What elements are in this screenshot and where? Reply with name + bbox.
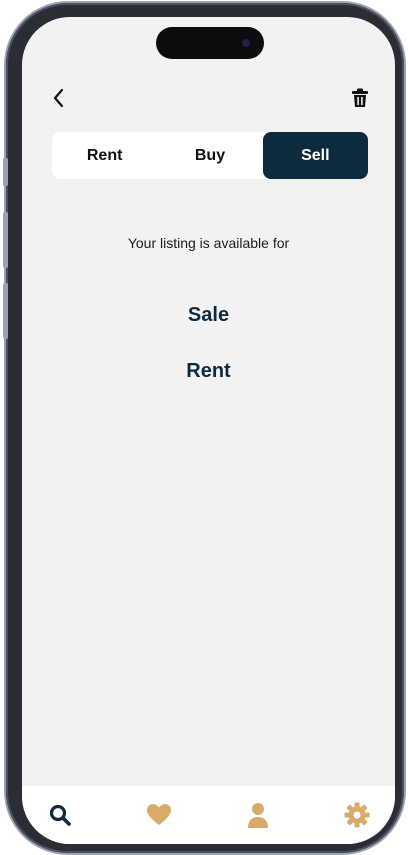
delete-button[interactable]: [347, 85, 373, 111]
listing-type-selector: Rent Buy Sell: [52, 132, 368, 179]
gear-icon: [344, 802, 370, 828]
tab-favorites[interactable]: [141, 800, 177, 830]
tab-search[interactable]: [42, 800, 78, 830]
availability-subtitle: Your listing is available for: [127, 235, 290, 251]
tab-settings[interactable]: [339, 800, 375, 830]
bottom-tab-bar: [22, 786, 395, 844]
back-button[interactable]: [46, 85, 72, 111]
user-icon: [248, 803, 268, 828]
trash-icon: [352, 88, 368, 107]
search-icon: [49, 804, 71, 826]
action-button: [3, 158, 8, 186]
segment-buy[interactable]: Buy: [157, 132, 262, 179]
volume-up-button: [3, 212, 8, 268]
camera-dot: [242, 39, 250, 47]
dynamic-island: [156, 27, 264, 59]
tab-profile[interactable]: [240, 800, 276, 830]
app-screen: Rent Buy Sell Your listing is available …: [22, 17, 395, 844]
chevron-left-icon: [53, 88, 64, 108]
option-sale[interactable]: Sale: [22, 304, 395, 327]
volume-down-button: [3, 283, 8, 339]
option-rent[interactable]: Rent: [22, 360, 395, 383]
segment-rent[interactable]: Rent: [52, 132, 157, 179]
heart-icon: [147, 804, 171, 825]
segment-sell[interactable]: Sell: [262, 132, 368, 179]
